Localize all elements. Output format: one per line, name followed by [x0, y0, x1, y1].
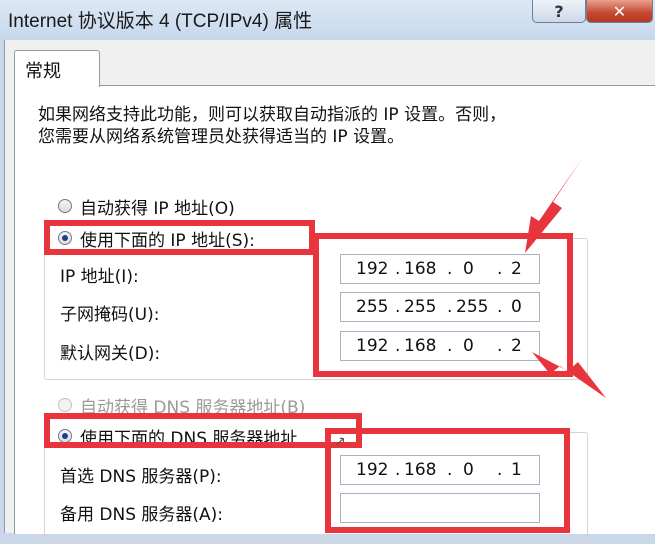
annotation-arrow-upper [525, 157, 583, 253]
tab-general[interactable]: 常规 [14, 50, 100, 87]
tab-general-label: 常规 [25, 61, 61, 82]
annotation-arrow-lower [532, 352, 606, 398]
cursor-glyph: ↗ [334, 434, 346, 450]
